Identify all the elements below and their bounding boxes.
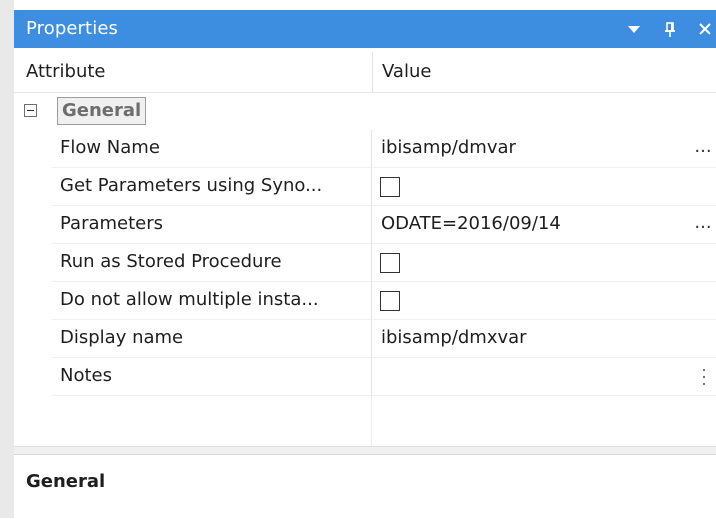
property-value[interactable]: ibisamp/dmvar: [381, 137, 516, 159]
pin-icon[interactable]: [660, 18, 680, 40]
checkbox[interactable]: [380, 253, 400, 273]
row-gutter: [14, 320, 52, 358]
column-header-attribute[interactable]: Attribute: [26, 61, 105, 83]
property-name-cell[interactable]: Do not allow multiple insta...: [52, 282, 372, 320]
row-gutter: [14, 282, 52, 320]
checkbox[interactable]: [380, 291, 400, 311]
property-value[interactable]: ODATE=2016/09/14: [381, 213, 561, 235]
property-row-run-as-stored-procedure[interactable]: Run as Stored Procedure: [14, 244, 716, 282]
column-divider[interactable]: [372, 52, 373, 92]
property-name: Do not allow multiple insta...: [60, 289, 319, 310]
close-icon[interactable]: [694, 18, 716, 40]
collapse-icon[interactable]: [24, 104, 37, 117]
property-row-do-not-allow-multiple-instances[interactable]: Do not allow multiple insta...: [14, 282, 716, 320]
property-row-display-name[interactable]: Display name ibisamp/dmxvar: [14, 320, 716, 358]
property-value-cell[interactable]: [372, 244, 716, 282]
property-name-cell[interactable]: Notes: [52, 358, 372, 396]
property-name-cell[interactable]: Display name: [52, 320, 372, 358]
property-row-parameters[interactable]: Parameters ODATE=2016/09/14 ...: [14, 206, 716, 244]
row-gutter: [14, 206, 52, 244]
property-name-cell[interactable]: Parameters: [52, 206, 372, 244]
property-value-cell[interactable]: ibisamp/dmxvar: [372, 320, 716, 358]
property-name: Notes: [60, 365, 112, 386]
grid-header: Attribute Value: [14, 52, 716, 93]
column-header-value[interactable]: Value: [382, 61, 431, 83]
property-name: Run as Stored Procedure: [60, 251, 282, 272]
property-value-cell[interactable]: ODATE=2016/09/14 ...: [372, 206, 716, 244]
property-name: Display name: [60, 327, 184, 348]
property-value[interactable]: ibisamp/dmxvar: [381, 327, 527, 349]
ellipsis-button[interactable]: ...: [692, 212, 714, 236]
property-name-cell[interactable]: Get Parameters using Syno...: [52, 168, 372, 206]
grid-empty-area: [14, 396, 716, 446]
row-gutter: [14, 168, 52, 206]
panel-title: Properties: [26, 18, 118, 39]
description-panel: General: [14, 454, 716, 519]
property-value-cell[interactable]: [372, 282, 716, 320]
property-row-get-parameters-using-synonym[interactable]: Get Parameters using Syno...: [14, 168, 716, 206]
property-grid: Flow Name ibisamp/dmvar ... Get Paramete…: [14, 130, 716, 396]
row-gutter: [14, 358, 52, 396]
window-position-dropdown-icon[interactable]: [624, 18, 644, 40]
left-panel-edge: [0, 0, 15, 518]
properties-panel: Properties Attribute Value General Flow …: [14, 0, 716, 519]
checkbox[interactable]: [380, 177, 400, 197]
property-name: Get Parameters using Syno...: [60, 175, 323, 196]
column-divider: [371, 396, 372, 446]
category-label[interactable]: General: [57, 97, 147, 125]
category-row-general[interactable]: General: [14, 94, 716, 128]
property-name: Flow Name: [60, 137, 160, 158]
row-gutter: [14, 244, 52, 282]
more-options-icon[interactable]: [702, 367, 706, 387]
property-value-cell[interactable]: ibisamp/dmvar ...: [372, 130, 716, 168]
property-row-notes[interactable]: Notes: [14, 358, 716, 396]
panel-titlebar[interactable]: Properties: [14, 10, 716, 48]
property-row-flow-name[interactable]: Flow Name ibisamp/dmvar ...: [14, 130, 716, 168]
property-name: Parameters: [60, 213, 164, 234]
ellipsis-button[interactable]: ...: [692, 136, 714, 160]
description-title: General: [26, 471, 106, 492]
property-name-cell[interactable]: Run as Stored Procedure: [52, 244, 372, 282]
row-gutter: [14, 130, 52, 168]
property-name-cell[interactable]: Flow Name: [52, 130, 372, 168]
property-value-cell[interactable]: [372, 358, 716, 396]
property-value-cell[interactable]: [372, 168, 716, 206]
